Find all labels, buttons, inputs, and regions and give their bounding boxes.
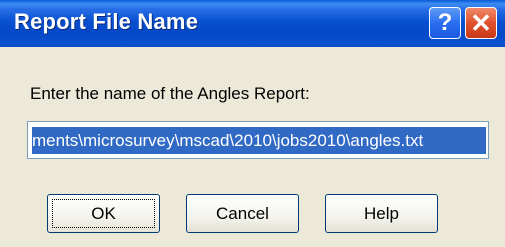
window-title: Report File Name <box>14 9 199 34</box>
cancel-button[interactable]: Cancel <box>186 194 299 233</box>
prompt-label: Enter the name of the Angles Report: <box>30 84 310 103</box>
file-name-value: ments\microsurvey\mscad\2010\jobs2010\an… <box>32 127 486 154</box>
close-icon[interactable]: ✕ <box>465 7 497 39</box>
report-file-name-dialog: Report File Name ? ✕ Enter the name of t… <box>0 0 505 247</box>
dialog-body: Enter the name of the Angles Report: men… <box>0 47 505 247</box>
title-bar[interactable]: Report File Name ? ✕ <box>0 0 505 47</box>
file-name-input[interactable]: ments\microsurvey\mscad\2010\jobs2010\an… <box>27 121 489 159</box>
help-icon[interactable]: ? <box>429 7 461 39</box>
ok-label: OK <box>91 204 116 223</box>
help-button[interactable]: Help <box>325 194 438 233</box>
ok-button[interactable]: OK <box>47 194 160 233</box>
